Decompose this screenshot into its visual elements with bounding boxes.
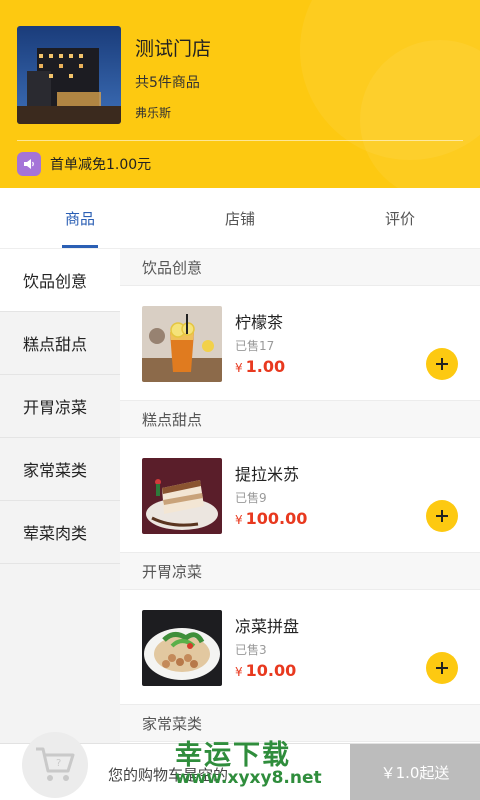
product-price: ¥10.00 xyxy=(235,661,296,680)
product-item[interactable]: 凉菜拼盘 已售3 ¥10.00 xyxy=(120,590,480,705)
currency-symbol: ¥ xyxy=(235,361,243,375)
tab-label: 评价 xyxy=(384,210,415,228)
category-label: 糕点甜点 xyxy=(23,335,88,354)
store-product-count: 共5件商品 xyxy=(135,75,200,91)
tab-reviews[interactable]: 评价 xyxy=(320,188,480,248)
add-to-cart-button[interactable] xyxy=(426,652,458,684)
category-item-cold-dishes[interactable]: 开胃凉菜 xyxy=(0,375,120,438)
category-sidebar: 饮品创意 糕点甜点 开胃凉菜 家常菜类 荤菜肉类 xyxy=(0,249,120,743)
add-to-cart-button[interactable] xyxy=(426,348,458,380)
speaker-icon xyxy=(17,152,41,176)
category-item-desserts[interactable]: 糕点甜点 xyxy=(0,312,120,375)
product-image-tiramisu xyxy=(142,458,222,534)
product-sold-count: 已售9 xyxy=(235,491,267,505)
product-name: 凉菜拼盘 xyxy=(235,617,300,636)
svg-text:?: ? xyxy=(56,758,61,769)
currency-symbol: ¥ xyxy=(235,665,243,679)
tab-bar: 商品 店铺 评价 xyxy=(0,188,480,249)
store-photo xyxy=(17,26,121,124)
price-value: 10.00 xyxy=(245,661,297,680)
promo-banner: 首单减免1.00元 xyxy=(17,152,151,176)
section-title: 糕点甜点 xyxy=(120,401,480,438)
category-item-meat-dishes[interactable]: 荤菜肉类 xyxy=(0,501,120,564)
section-title-text: 开胃凉菜 xyxy=(142,562,203,581)
tab-store[interactable]: 店铺 xyxy=(160,188,320,248)
currency-symbol: ¥ xyxy=(235,513,243,527)
tab-label: 店铺 xyxy=(224,210,255,228)
product-price: ¥100.00 xyxy=(235,509,307,528)
price-value: 1.00 xyxy=(245,357,286,376)
category-label: 荤菜肉类 xyxy=(23,524,88,543)
plus-icon xyxy=(436,358,448,370)
product-sold-count: 已售17 xyxy=(235,339,275,353)
shopping-cart-icon: ? xyxy=(36,747,75,781)
section-title: 饮品创意 xyxy=(120,249,480,286)
cart-empty-text: 您的购物车是空的 xyxy=(108,766,229,784)
price-value: 100.00 xyxy=(245,509,308,528)
store-city: 弗乐斯 xyxy=(135,106,172,120)
category-label: 家常菜类 xyxy=(23,461,88,480)
section-title-text: 饮品创意 xyxy=(142,258,203,277)
product-name: 柠檬茶 xyxy=(235,313,284,332)
category-label: 开胃凉菜 xyxy=(23,398,88,417)
product-item[interactable]: 提拉米苏 已售9 ¥100.00 xyxy=(120,438,480,553)
product-list[interactable]: 饮品创意 柠檬茶 已售17 ¥1.00 糕点甜点 提拉米苏 已售9 ¥ 100.… xyxy=(120,249,480,743)
add-to-cart-button[interactable] xyxy=(426,500,458,532)
promo-text: 首单减免1.00元 xyxy=(50,157,152,173)
store-name: 测试门店 xyxy=(135,38,212,60)
product-price: ¥1.00 xyxy=(235,357,285,376)
product-image-cold-dish xyxy=(142,610,222,686)
section-title: 家常菜类 xyxy=(120,705,480,742)
product-image-lemon-tea xyxy=(142,306,222,382)
section-title-text: 糕点甜点 xyxy=(142,410,203,429)
header-divider xyxy=(17,140,463,141)
category-label: 饮品创意 xyxy=(23,272,88,291)
cart-button[interactable]: ? xyxy=(22,732,88,798)
section-title: 开胃凉菜 xyxy=(120,553,480,590)
checkout-label: ￥1.0起送 xyxy=(380,764,450,782)
section-title-text: 家常菜类 xyxy=(142,714,203,733)
product-sold-count: 已售3 xyxy=(235,643,267,657)
tab-products[interactable]: 商品 xyxy=(0,188,160,248)
category-item-home-dishes[interactable]: 家常菜类 xyxy=(0,438,120,501)
cart-bar: ? 您的购物车是空的 ￥1.0起送 xyxy=(0,732,480,800)
tab-label: 商品 xyxy=(64,210,95,228)
plus-icon xyxy=(436,662,448,674)
product-item[interactable]: 柠檬茶 已售17 ¥1.00 xyxy=(120,286,480,401)
plus-icon xyxy=(436,510,448,522)
product-name: 提拉米苏 xyxy=(235,465,300,484)
checkout-button[interactable]: ￥1.0起送 xyxy=(350,744,480,800)
store-header: 测试门店 共5件商品 弗乐斯 首单减免1.00元 xyxy=(0,0,480,188)
category-item-drinks[interactable]: 饮品创意 xyxy=(0,249,120,312)
